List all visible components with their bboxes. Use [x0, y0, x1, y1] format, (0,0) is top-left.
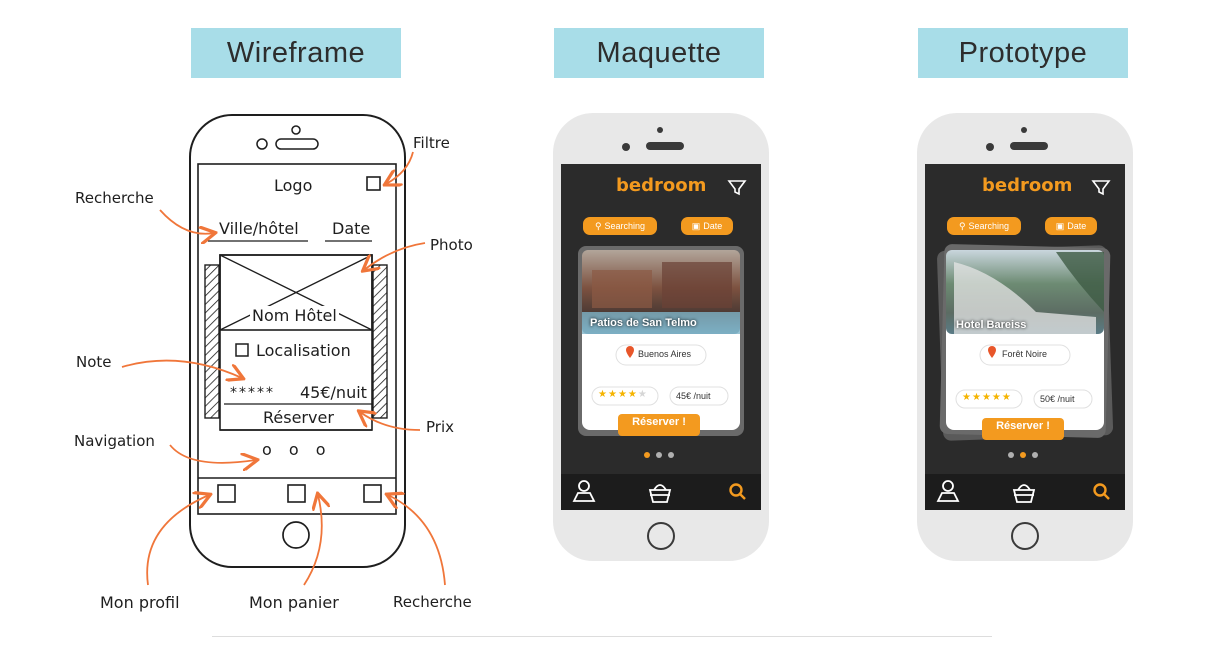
pt-search-chip[interactable]: ⚲ Searching — [948, 218, 1020, 234]
mq-rating: ★★★★★ — [598, 389, 648, 400]
wf-side-card-left — [204, 264, 220, 419]
pt-hotel-name: Hotel Bareiss — [956, 319, 1027, 331]
star-icon: ★ — [627, 389, 638, 400]
mq-search-chip[interactable]: ⚲ Searching — [584, 218, 656, 234]
annotation-filtre: Filtre — [413, 134, 450, 152]
pt-calendar-icon: ▣ — [1055, 220, 1065, 231]
pt-date-chip[interactable]: ▣ Date — [1046, 218, 1096, 234]
mq-hotel-name: Patios de San Telmo — [590, 317, 697, 329]
mq-book-button[interactable]: Réserver ! — [618, 416, 700, 428]
pt-rating: ★★★★★ — [962, 392, 1012, 403]
mq-location: Buenos Aires — [638, 349, 692, 359]
mq-search-chip-icon: ⚲ — [594, 220, 602, 231]
mq-date-chip[interactable]: ▣ Date — [682, 218, 732, 234]
pt-date-chip-label: Date — [1067, 221, 1087, 231]
bottom-divider — [212, 636, 992, 637]
annotation-photo: Photo — [430, 236, 473, 254]
star-icon: ★ — [1001, 392, 1012, 403]
pt-book-button[interactable]: Réserver ! — [982, 420, 1064, 432]
pt-price: 50€ /nuit — [1040, 394, 1075, 404]
wf-logo: Logo — [274, 176, 313, 195]
star-icon: ★ — [962, 392, 972, 403]
annotation-mon-profil: Mon profil — [100, 593, 180, 612]
wf-search-city: Ville/hôtel — [219, 219, 299, 238]
maquette-phone: bedroom ⚲ Searching ▣ Date Patios de San… — [552, 112, 770, 562]
wf-side-card-right — [372, 264, 388, 419]
annotation-recherche-bottom: Recherche — [393, 593, 472, 611]
star-icon: ★ — [598, 389, 608, 400]
star-icon: ★ — [617, 389, 628, 400]
wf-book: Réserver — [263, 408, 334, 427]
star-icon: ★ — [637, 389, 648, 400]
wf-search-date: Date — [332, 219, 371, 238]
annotation-mon-panier: Mon panier — [249, 593, 339, 612]
star-icon: ★ — [607, 389, 618, 400]
wf-hotel-name: Nom Hôtel — [250, 306, 339, 325]
mq-calendar-icon: ▣ — [691, 220, 701, 231]
mq-price: 45€ /nuit — [676, 391, 711, 401]
pt-search-chip-icon: ⚲ — [958, 220, 966, 231]
pt-brand: bedroom — [982, 175, 1073, 196]
annotation-prix: Prix — [426, 418, 454, 436]
annotation-note: Note — [76, 353, 112, 371]
star-icon: ★ — [981, 392, 992, 403]
star-icon: ★ — [971, 392, 982, 403]
mq-date-chip-label: Date — [703, 221, 723, 231]
mq-search-chip-label: Searching — [604, 221, 646, 231]
prototype-phone: bedroom ⚲ Searching ▣ Date Hotel Bareiss… — [916, 112, 1134, 562]
mq-brand: bedroom — [616, 175, 707, 196]
wf-price: 45€/nuit — [300, 383, 367, 402]
pt-search-chip-label: Searching — [968, 221, 1010, 231]
wf-location: Localisation — [256, 341, 351, 360]
annotation-navigation: Navigation — [74, 432, 155, 450]
wf-rating: ***** — [230, 385, 275, 401]
wf-dots: o o o — [262, 440, 332, 459]
pt-location: Forêt Noire — [1002, 349, 1048, 359]
star-icon: ★ — [991, 392, 1002, 403]
annotation-recherche-top: Recherche — [75, 189, 154, 207]
